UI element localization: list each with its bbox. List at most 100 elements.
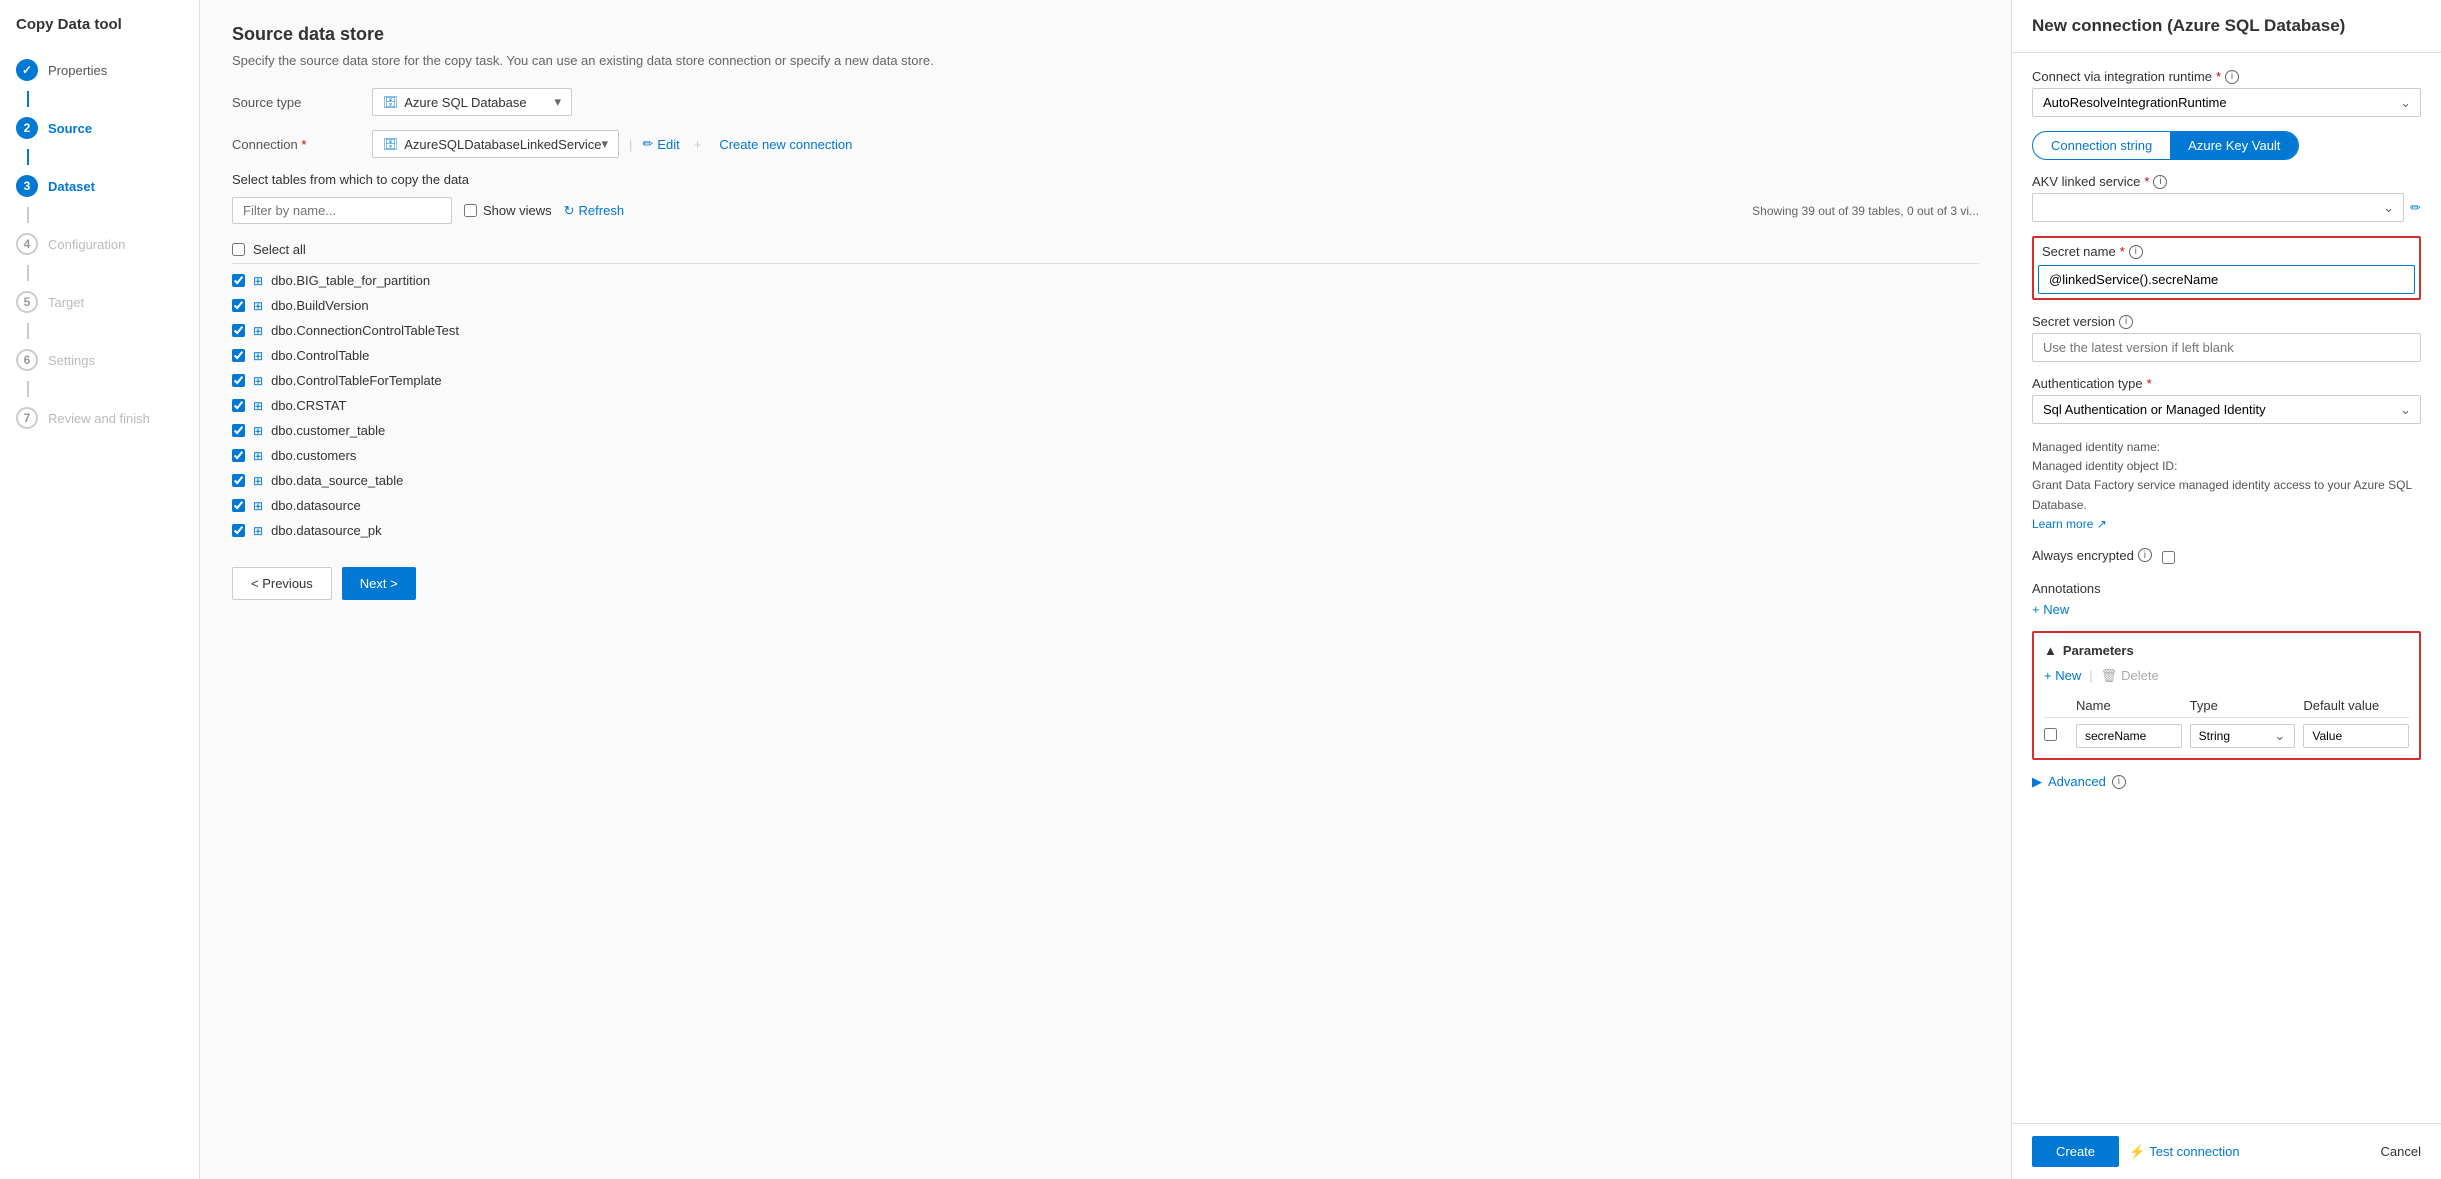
sidebar-label-source: Source: [48, 121, 92, 136]
source-type-select[interactable]: 🗄 Azure SQL Database ▾: [372, 88, 572, 116]
params-new-button[interactable]: + New: [2044, 668, 2081, 683]
add-annotation-button[interactable]: + New: [2032, 602, 2069, 617]
info-icon-3[interactable]: i: [2129, 245, 2143, 259]
sidebar-item-configuration[interactable]: 4 Configuration: [0, 223, 199, 265]
sidebar-label-properties: Properties: [48, 63, 107, 78]
list-item: ⊞ dbo.ConnectionControlTableTest: [232, 318, 1979, 343]
list-item: ⊞ dbo.customers: [232, 443, 1979, 468]
table-checkbox-2[interactable]: [232, 324, 245, 337]
test-icon: ⚡: [2129, 1144, 2145, 1160]
toolbar-separator: |: [2089, 668, 2092, 683]
sidebar-item-properties[interactable]: ✓ Properties: [0, 49, 199, 91]
akv-pencil-icon[interactable]: ✏: [2410, 200, 2421, 216]
table-checkbox-6[interactable]: [232, 424, 245, 437]
secret-name-input[interactable]: [2038, 265, 2415, 294]
auth-type-select[interactable]: Sql Authentication or Managed Identity: [2032, 395, 2421, 424]
table-checkbox-1[interactable]: [232, 299, 245, 312]
chevron-down-icon: ▾: [554, 94, 561, 110]
next-button[interactable]: Next >: [342, 567, 416, 600]
test-connection-button[interactable]: ⚡ Test connection: [2129, 1144, 2240, 1160]
secret-version-input[interactable]: [2032, 333, 2421, 362]
advanced-label: Advanced: [2048, 774, 2106, 789]
table-icon: ⊞: [253, 399, 263, 413]
table-checkbox-5[interactable]: [232, 399, 245, 412]
table-icon: ⊞: [253, 524, 263, 538]
list-item: ⊞ dbo.customer_table: [232, 418, 1979, 443]
param-row-checkbox[interactable]: [2044, 728, 2057, 741]
param-type-select-wrapper: String: [2190, 724, 2296, 748]
connect-via-select[interactable]: AutoResolveIntegrationRuntime: [2032, 88, 2421, 117]
table-checkbox-3[interactable]: [232, 349, 245, 362]
sidebar-item-target[interactable]: 5 Target: [0, 281, 199, 323]
table-checkbox-7[interactable]: [232, 449, 245, 462]
previous-button[interactable]: < Previous: [232, 567, 332, 600]
info-icon-2[interactable]: i: [2153, 175, 2167, 189]
source-type-value: Azure SQL Database: [404, 95, 526, 110]
akv-linked-service-select[interactable]: [2032, 193, 2404, 222]
auth-type-field: Authentication type * Sql Authentication…: [2032, 376, 2421, 424]
sidebar-item-settings[interactable]: 6 Settings: [0, 339, 199, 381]
table-checkbox-4[interactable]: [232, 374, 245, 387]
table-checkbox-0[interactable]: [232, 274, 245, 287]
bottom-nav: < Previous Next >: [232, 567, 1979, 600]
secret-name-label: Secret name * i: [2038, 242, 2415, 261]
sidebar-connector-4: [27, 265, 29, 281]
connection-label: Connection *: [232, 137, 362, 152]
sidebar-connector-1: [27, 91, 29, 107]
connection-value: AzureSQLDatabaseLinkedService: [404, 137, 601, 152]
advanced-section[interactable]: ▶ Advanced i: [2032, 774, 2421, 790]
show-views-checkbox-label[interactable]: Show views: [464, 203, 552, 218]
connection-type-tabs: Connection string Azure Key Vault: [2032, 131, 2299, 160]
sidebar-label-dataset: Dataset: [48, 179, 95, 194]
right-panel: New connection (Azure SQL Database) Conn…: [2011, 0, 2441, 1179]
select-all-checkbox[interactable]: [232, 243, 245, 256]
sidebar-item-source[interactable]: 2 Source: [0, 107, 199, 149]
show-views-checkbox[interactable]: [464, 204, 477, 217]
connect-via-select-wrapper: AutoResolveIntegrationRuntime: [2032, 88, 2421, 117]
refresh-button[interactable]: ↻ Refresh: [564, 203, 624, 219]
step-circle-properties: ✓: [16, 59, 38, 81]
info-icon-4[interactable]: i: [2119, 315, 2133, 329]
tab-connection-string[interactable]: Connection string: [2033, 132, 2170, 159]
edit-link[interactable]: ✏ Edit: [642, 136, 679, 152]
always-encrypted-checkbox[interactable]: [2162, 551, 2175, 564]
list-item: ⊞ dbo.BIG_table_for_partition: [232, 268, 1979, 293]
sidebar-label-target: Target: [48, 295, 84, 310]
cancel-button[interactable]: Cancel: [2381, 1144, 2421, 1159]
parameters-header: ▲ Parameters: [2044, 643, 2409, 658]
param-default-input[interactable]: [2303, 724, 2409, 748]
connection-db-icon: 🗄: [383, 137, 398, 151]
learn-more-link[interactable]: Learn more ↗: [2032, 517, 2107, 531]
param-type-select[interactable]: String: [2190, 724, 2296, 748]
tab-azure-key-vault[interactable]: Azure Key Vault: [2170, 132, 2298, 159]
sidebar-label-settings: Settings: [48, 353, 95, 368]
step-circle-dataset: 3: [16, 175, 38, 197]
sidebar-item-review[interactable]: 7 Review and finish: [0, 397, 199, 439]
akv-select-wrapper: [2032, 193, 2404, 222]
table-checkbox-9[interactable]: [232, 499, 245, 512]
source-type-label: Source type: [232, 95, 362, 110]
always-encrypted-label: Always encrypted i: [2032, 548, 2152, 563]
params-toolbar: + New | 🗑 Delete: [2044, 668, 2409, 684]
refresh-icon: ↻: [564, 203, 575, 219]
table-checkbox-10[interactable]: [232, 524, 245, 537]
table-name-3: dbo.ControlTable: [271, 348, 369, 363]
connection-select[interactable]: 🗄 AzureSQLDatabaseLinkedService ▾: [372, 130, 619, 158]
create-button[interactable]: Create: [2032, 1136, 2119, 1167]
params-delete-button[interactable]: 🗑 Delete: [2101, 668, 2159, 684]
create-new-connection-link[interactable]: Create new connection: [715, 137, 852, 152]
page-title: Source data store: [232, 24, 1979, 45]
akv-linked-service-label: AKV linked service * i: [2032, 174, 2421, 189]
akv-linked-service-field: AKV linked service * i ✏: [2032, 174, 2421, 222]
info-icon-1[interactable]: i: [2225, 70, 2239, 84]
select-tables-label: Select tables from which to copy the dat…: [232, 172, 1979, 187]
table-checkbox-8[interactable]: [232, 474, 245, 487]
list-item: ⊞ dbo.BuildVersion: [232, 293, 1979, 318]
info-icon-5[interactable]: i: [2138, 548, 2152, 562]
managed-identity-text-3: Grant Data Factory service managed ident…: [2032, 476, 2421, 514]
info-icon-6[interactable]: i: [2112, 775, 2126, 789]
sidebar-item-dataset[interactable]: 3 Dataset: [0, 165, 199, 207]
step-circle-settings: 6: [16, 349, 38, 371]
filter-input[interactable]: [232, 197, 452, 224]
param-name-input[interactable]: [2076, 724, 2182, 748]
